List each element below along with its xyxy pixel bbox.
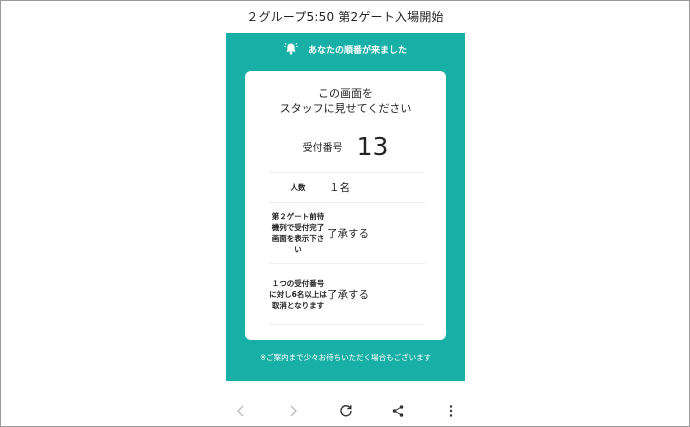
detail-row-value: 了承する [327,227,369,240]
detail-row-label: 第２ゲート前待機列で受付完了画面を表示下さい [271,212,325,254]
detail-row-gate-confirmation: 第２ゲート前待機列で受付完了画面を表示下さい 了承する [269,202,425,263]
browser-nav-bar [226,398,465,424]
back-icon[interactable] [231,401,251,421]
card-instruction-line2: スタッフに見せてください [279,102,412,115]
more-icon[interactable] [441,401,461,421]
share-icon[interactable] [388,401,408,421]
receipt-card: この画面を スタッフに見せてください 受付番号 13 人数 １名 第２ゲート前待… [245,71,446,340]
card-instruction-line1: この画面を [318,87,373,100]
detail-row-label: １つの受付番号に対し6名以上は取消となります [269,278,327,310]
forward-icon[interactable] [283,401,303,421]
page-header-title: ２グループ5:50 第2ゲート入場開始 [246,10,444,24]
card-instruction: この画面を スタッフに見せてください [245,86,446,116]
detail-row-value: １名 [329,182,350,194]
receipt-number-label: 受付番号 [302,142,343,154]
turn-notice-text: あなたの順番が来ました [307,45,407,56]
status-panel: あなたの順番が来ました この画面を スタッフに見せてください 受付番号 13 人… [226,33,465,381]
wait-notice: ※ご案内まで少々お待ちいただく場合もございます [259,353,432,362]
detail-row-label: 人数 [290,183,306,192]
detail-row-cancel-policy: １つの受付番号に対し6名以上は取消となります 了承する [269,263,425,325]
turn-notice: あなたの順番が来ました [226,41,465,57]
detail-row-party-size: 人数 １名 [269,172,425,202]
reload-icon[interactable] [336,401,356,421]
receipt-number: 13 [356,131,389,161]
receipt-number-block: 受付番号 13 [245,131,446,161]
bell-icon [284,42,298,56]
detail-row-value: 了承する [327,288,369,301]
